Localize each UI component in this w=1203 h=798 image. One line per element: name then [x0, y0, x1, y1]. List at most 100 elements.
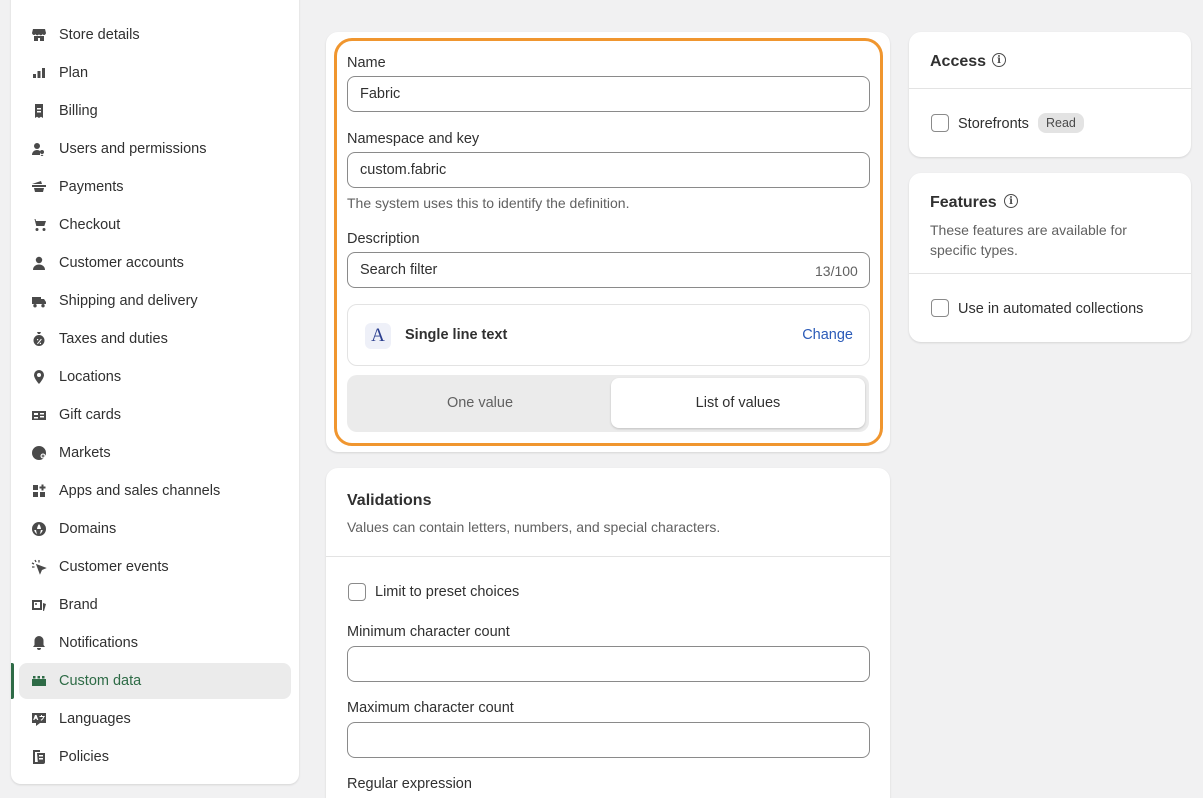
- namespace-input[interactable]: [347, 152, 870, 188]
- sidebar-item-checkout[interactable]: Checkout: [19, 207, 291, 243]
- access-title: Access: [930, 53, 987, 70]
- bell-icon: [31, 635, 47, 651]
- sidebar-item-custom-data[interactable]: Custom data: [11, 663, 291, 699]
- sidebar-item-label: Payments: [59, 179, 124, 195]
- description-counter: 13/100: [815, 263, 858, 279]
- preset-choices-label: Limit to preset choices: [375, 584, 520, 600]
- policy-icon: [31, 749, 47, 765]
- sidebar-item-taxes-and-duties[interactable]: Taxes and duties: [19, 321, 291, 357]
- preset-choices-checkbox[interactable]: [348, 583, 366, 601]
- person-icon: [31, 255, 47, 271]
- gift-card-icon: [31, 407, 47, 423]
- sidebar-item-shipping-and-delivery[interactable]: Shipping and delivery: [19, 283, 291, 319]
- type-selector: A Single line text Change: [347, 304, 870, 366]
- cart-icon: [31, 217, 47, 233]
- max-count-input[interactable]: [347, 722, 870, 758]
- sidebar-item-customer-accounts[interactable]: Customer accounts: [19, 245, 291, 281]
- sidebar-item-label: Brand: [59, 597, 98, 613]
- validations-subtitle: Values can contain letters, numbers, and…: [347, 519, 721, 535]
- sidebar-item-apps-and-sales-channels[interactable]: Apps and sales channels: [19, 473, 291, 509]
- brand-icon: [31, 597, 47, 613]
- billing-icon: [31, 103, 47, 119]
- sidebar-item-label: Shipping and delivery: [59, 293, 198, 309]
- sidebar-item-notifications[interactable]: Notifications: [19, 625, 291, 661]
- payments-icon: [31, 179, 47, 195]
- one-value-option[interactable]: One value: [350, 378, 610, 428]
- sidebar-item-payments[interactable]: Payments: [19, 169, 291, 205]
- sidebar-item-languages[interactable]: Languages: [19, 701, 291, 737]
- sidebar-item-plan[interactable]: Plan: [19, 55, 291, 91]
- value-count-toggle: One value List of values: [347, 375, 869, 432]
- list-of-values-option[interactable]: List of values: [611, 378, 865, 428]
- store-icon: [31, 27, 47, 43]
- max-count-label: Maximum character count: [347, 700, 514, 716]
- storefronts-checkbox[interactable]: [931, 114, 949, 132]
- features-title: Features: [930, 194, 997, 211]
- sidebar-item-label: Languages: [59, 711, 131, 727]
- automated-collections-label: Use in automated collections: [958, 301, 1144, 317]
- type-label: Single line text: [405, 327, 508, 343]
- sidebar-item-label: Customer accounts: [59, 255, 184, 271]
- plan-icon: [31, 65, 47, 81]
- sidebar-item-label: Locations: [59, 369, 122, 385]
- namespace-label: Namespace and key: [347, 131, 480, 147]
- sidebar-item-label: Taxes and duties: [59, 331, 168, 347]
- access-card: [909, 32, 1191, 157]
- read-badge: Read: [1038, 113, 1084, 133]
- sidebar-item-label: Checkout: [59, 217, 121, 233]
- sidebar-item-customer-events[interactable]: Customer events: [19, 549, 291, 585]
- active-indicator: [11, 663, 14, 699]
- truck-icon: [31, 293, 47, 309]
- regex-label: Regular expression: [347, 776, 472, 792]
- settings-sidebar: Store details Plan Billing Users and permis…: [11, 0, 299, 784]
- domain-icon: [31, 521, 47, 537]
- sidebar-item-label: Billing: [59, 103, 98, 119]
- language-icon: [31, 711, 47, 727]
- sidebar-item-label: Domains: [59, 521, 117, 537]
- description-input[interactable]: [347, 252, 870, 288]
- sidebar-item-store-details[interactable]: Store details: [19, 17, 291, 53]
- settings-nav: Store details Plan Billing Users and permis…: [11, 17, 291, 777]
- namespace-help-text: The system uses this to identify the def…: [347, 195, 630, 211]
- description-label: Description: [347, 231, 420, 247]
- sidebar-item-brand[interactable]: Brand: [19, 587, 291, 623]
- sidebar-item-label: Users and permissions: [59, 141, 207, 157]
- single-line-text-icon: A: [365, 323, 391, 349]
- sidebar-item-label: Plan: [59, 65, 89, 81]
- validations-divider: [326, 556, 890, 557]
- info-icon[interactable]: i: [992, 53, 1006, 67]
- sidebar-item-label: Store details: [59, 27, 140, 43]
- min-count-input[interactable]: [347, 646, 870, 682]
- sidebar-item-domains[interactable]: Domains: [19, 511, 291, 547]
- change-type-link[interactable]: Change: [802, 327, 853, 343]
- sidebar-item-gift-cards[interactable]: Gift cards: [19, 397, 291, 433]
- sidebar-item-markets[interactable]: Markets: [19, 435, 291, 471]
- name-input[interactable]: [347, 76, 870, 112]
- sidebar-item-label: Notifications: [59, 635, 138, 651]
- validations-title: Validations: [347, 492, 432, 509]
- storefronts-label: Storefronts: [958, 116, 1029, 132]
- min-count-label: Minimum character count: [347, 624, 510, 640]
- users-icon: [31, 141, 47, 157]
- location-icon: [31, 369, 47, 385]
- sidebar-item-label: Custom data: [59, 673, 142, 689]
- apps-icon: [31, 483, 47, 499]
- cursor-icon: [31, 559, 47, 575]
- sidebar-item-label: Gift cards: [59, 407, 122, 423]
- access-divider: [909, 88, 1191, 89]
- sidebar-item-users-and-permissions[interactable]: Users and permissions: [19, 131, 291, 167]
- features-divider: [909, 273, 1191, 274]
- globe-icon: [31, 445, 47, 461]
- sidebar-item-billing[interactable]: Billing: [19, 93, 291, 129]
- custom-data-icon: [31, 673, 47, 689]
- sidebar-item-label: Policies: [59, 749, 109, 765]
- features-description: These features are available for specifi…: [930, 222, 1127, 258]
- name-label: Name: [347, 55, 386, 71]
- sidebar-item-locations[interactable]: Locations: [19, 359, 291, 395]
- automated-collections-checkbox[interactable]: [931, 299, 949, 317]
- sidebar-item-policies[interactable]: Policies: [19, 739, 291, 775]
- sidebar-item-label: Apps and sales channels: [59, 483, 221, 499]
- info-icon[interactable]: i: [1004, 194, 1018, 208]
- sidebar-item-label: Customer events: [59, 559, 169, 575]
- sidebar-item-label: Markets: [59, 445, 111, 461]
